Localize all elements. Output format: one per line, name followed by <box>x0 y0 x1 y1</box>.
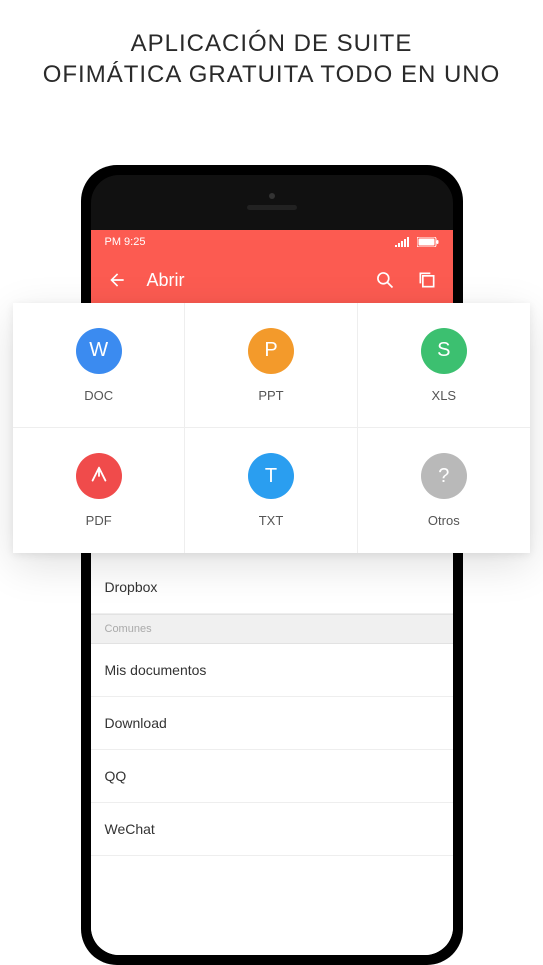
filetype-txt[interactable]: T TXT <box>185 428 357 553</box>
back-icon[interactable] <box>105 268 129 292</box>
list-item[interactable]: QQ <box>91 750 453 803</box>
list-item[interactable]: Dropbox <box>91 561 453 614</box>
filetype-label: PPT <box>258 388 283 403</box>
phone-frame: PM 9:25 Abrir <box>81 165 463 965</box>
pdf-icon <box>76 453 122 499</box>
battery-icon <box>417 237 439 247</box>
doc-icon: W <box>76 328 122 374</box>
filetype-pdf[interactable]: PDF <box>13 428 185 553</box>
promo-title: APLICACIÓN DE SUITE OFIMÁTICA GRATUITA T… <box>0 0 543 90</box>
filetype-label: PDF <box>86 513 112 528</box>
filetype-label: TXT <box>259 513 284 528</box>
ppt-icon: P <box>248 328 294 374</box>
appbar-title: Abrir <box>147 270 355 291</box>
txt-icon: T <box>248 453 294 499</box>
promo-line-2: OFIMÁTICA GRATUITA TODO EN UNO <box>10 59 533 90</box>
filetype-label: DOC <box>84 388 113 403</box>
filetype-label: Otros <box>428 513 460 528</box>
filetype-ppt[interactable]: P PPT <box>185 303 357 428</box>
question-icon: ? <box>421 453 467 499</box>
search-icon[interactable] <box>373 268 397 292</box>
signal-icon <box>395 237 411 247</box>
filetype-label: XLS <box>432 388 457 403</box>
list-item[interactable]: Mis documentos <box>91 644 453 697</box>
filetype-other[interactable]: ? Otros <box>358 428 530 553</box>
filetype-xls[interactable]: S XLS <box>358 303 530 428</box>
status-time: PM 9:25 <box>105 236 146 248</box>
app-bar: Abrir <box>91 254 453 306</box>
xls-icon: S <box>421 328 467 374</box>
list-section-header: Comunes <box>91 614 453 644</box>
filetype-grid: W DOC P PPT S XLS PDF T TXT ? Otros <box>13 303 530 553</box>
status-bar: PM 9:25 <box>91 230 453 254</box>
filetype-doc[interactable]: W DOC <box>13 303 185 428</box>
copy-icon[interactable] <box>415 268 439 292</box>
phone-inner: PM 9:25 Abrir <box>91 175 453 955</box>
phone-earpiece <box>247 205 297 210</box>
list-item[interactable]: WeChat <box>91 803 453 856</box>
list-item[interactable]: Download <box>91 697 453 750</box>
promo-line-1: APLICACIÓN DE SUITE <box>10 28 533 59</box>
phone-camera-dot <box>269 193 275 199</box>
